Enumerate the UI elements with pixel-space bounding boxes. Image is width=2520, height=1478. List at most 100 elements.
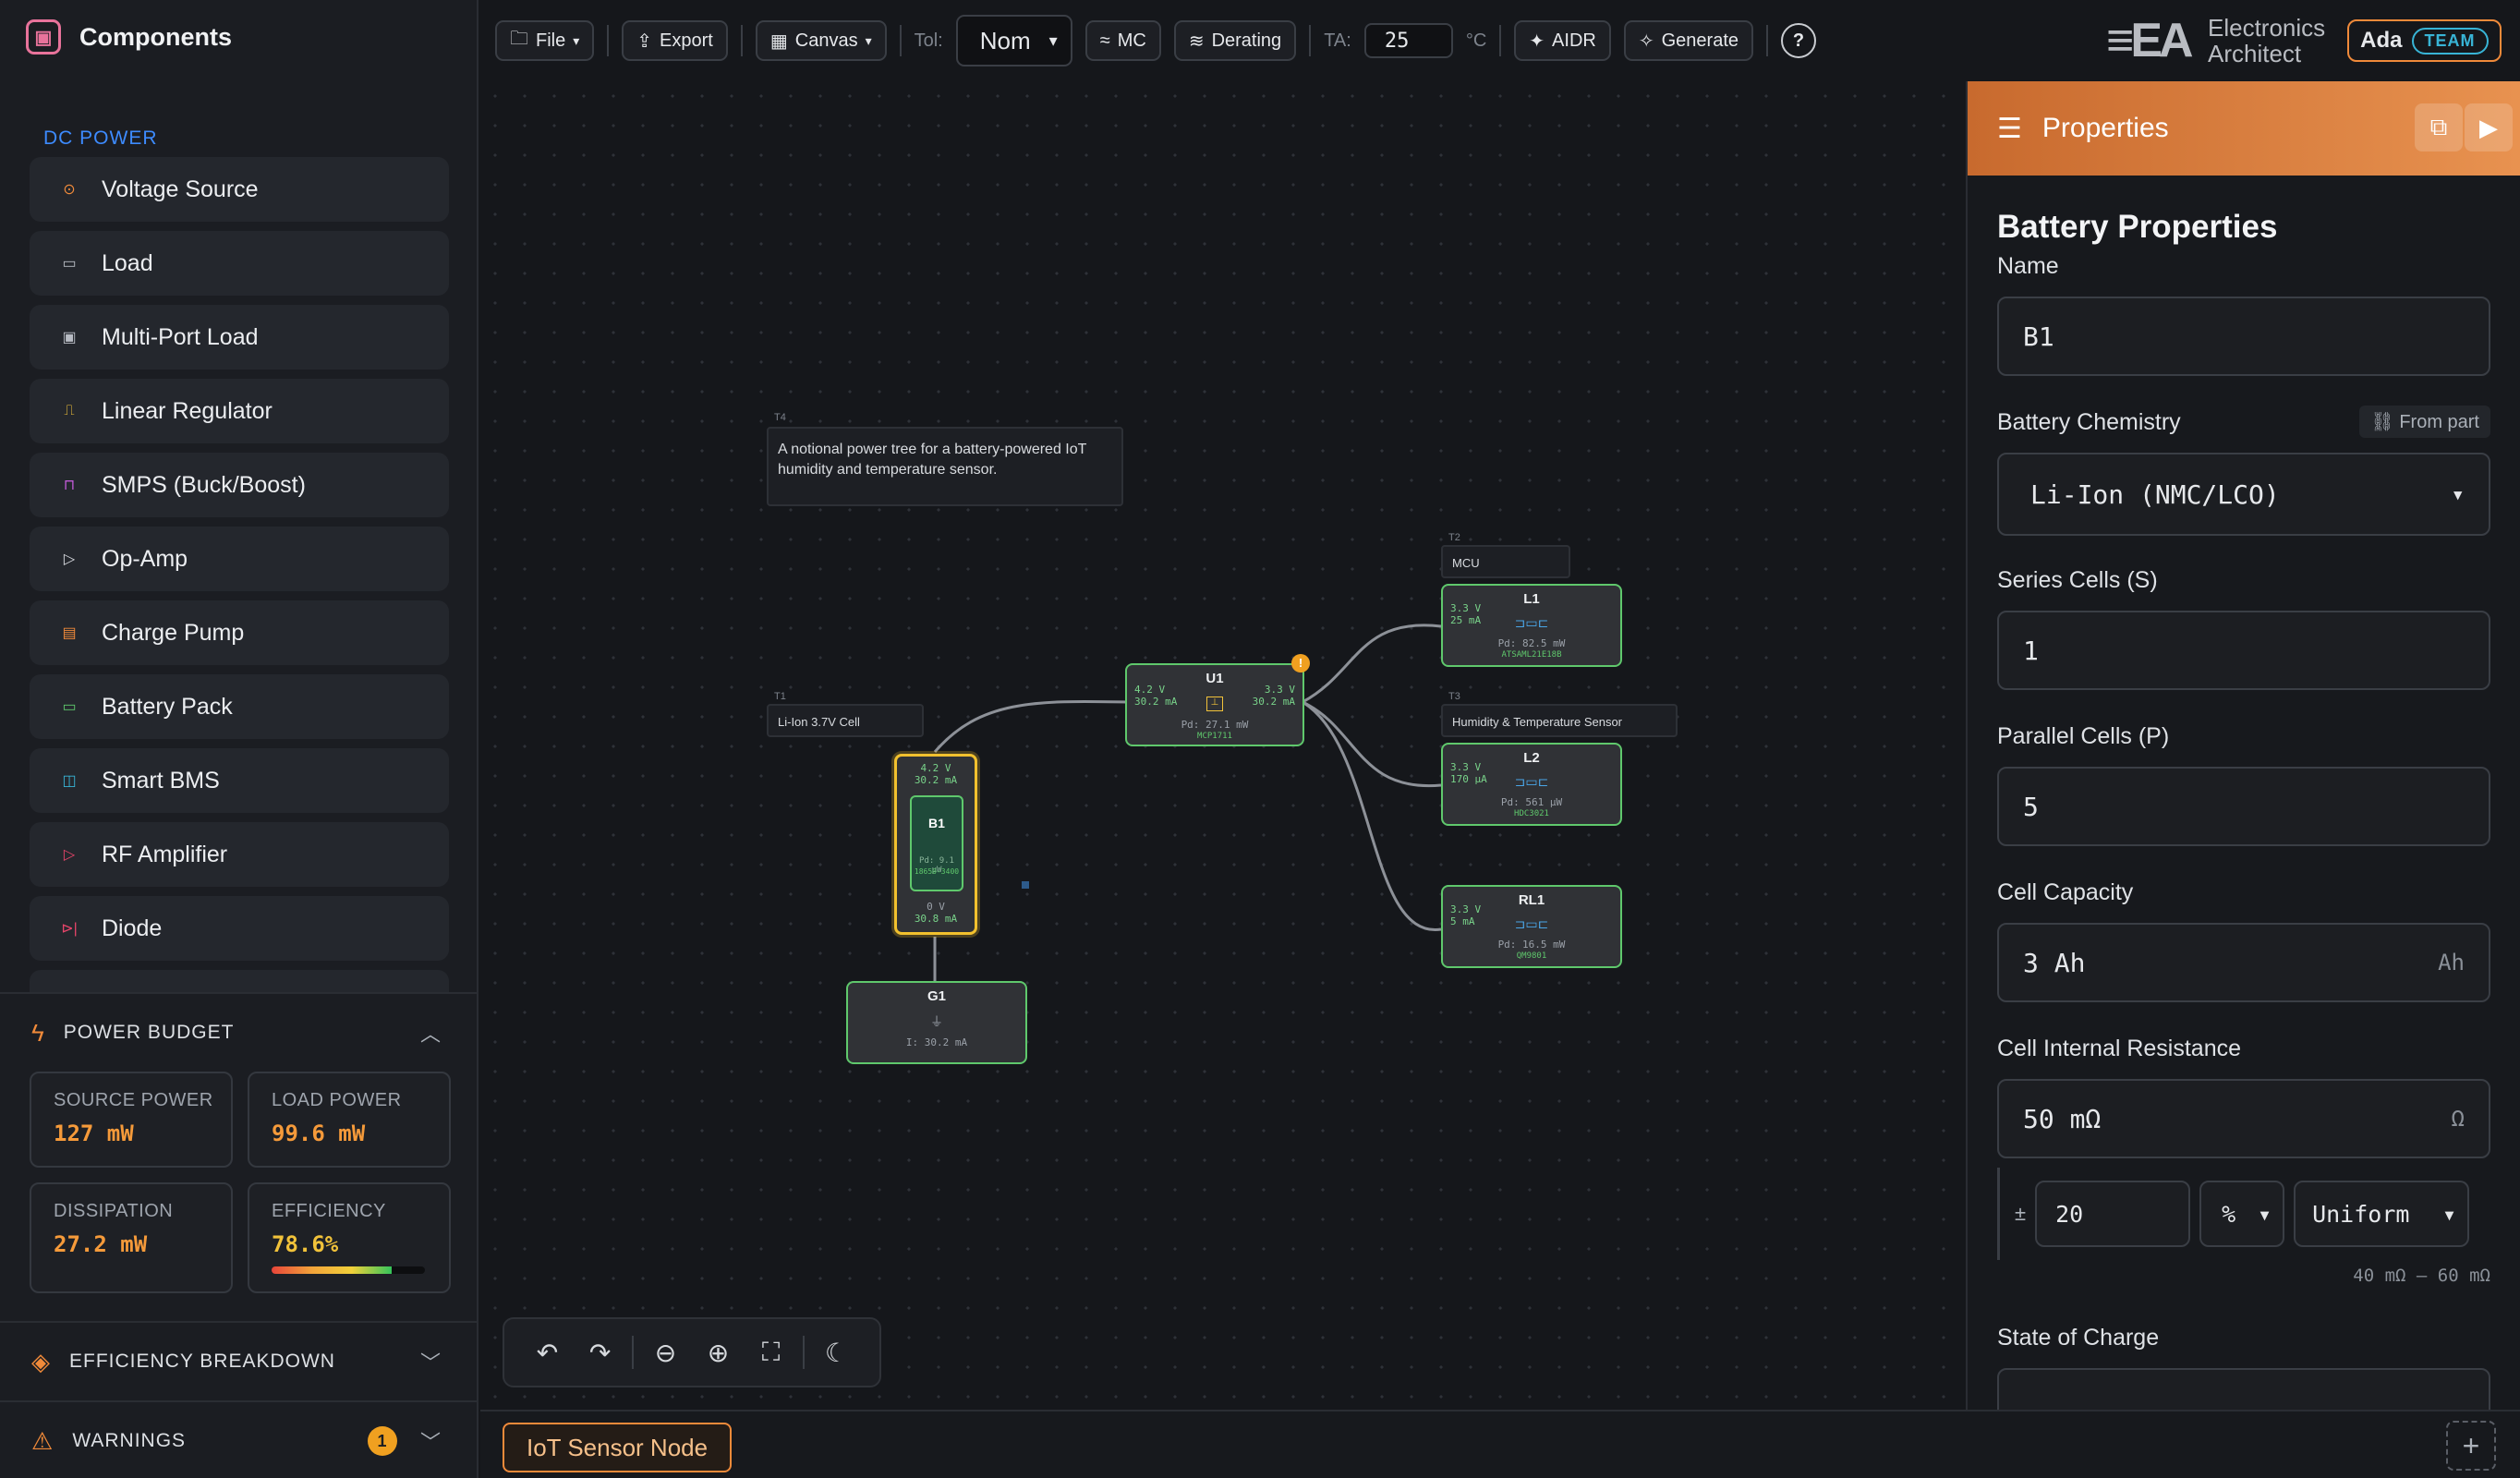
internal-resistance-input[interactable]: 50 mΩ Ω <box>1997 1079 2490 1158</box>
component-item[interactable]: ▣ Multi-Port Load <box>30 305 449 370</box>
wire-u1-rl1[interactable] <box>1302 700 1442 931</box>
parallel-cells-input[interactable]: 5 <box>1997 767 2490 846</box>
user-account-button[interactable]: Ada TEAM <box>2347 19 2502 62</box>
brand-name: Electronics Architect <box>2208 15 2325 67</box>
chevron-down-icon: ▾ <box>573 32 580 48</box>
chemistry-value: Li-Ion (NMC/LCO) <box>2030 479 2280 510</box>
run-play-icon[interactable]: ▶ <box>2465 103 2513 151</box>
internal-resistance-unit: Ω <box>2451 1106 2465 1132</box>
load-resistor-icon: ⊐▭⊏ <box>1514 774 1549 789</box>
component-item-label: Op-Amp <box>102 545 188 572</box>
tolerance-unit-select[interactable]: % ▾ <box>2199 1181 2285 1247</box>
distribution-select[interactable]: Uniform ▾ <box>2294 1181 2470 1247</box>
warnings-panel[interactable]: ⚠ WARNINGS 1 ﹀ <box>0 1400 479 1478</box>
ai-sparkle-icon: ✦ <box>1529 30 1545 52</box>
fit-view-icon[interactable]: ⛶ <box>745 1325 797 1380</box>
node-rl1-load[interactable]: RL1 3.3 V 5 mA ⊐▭⊏ Pd: 16.5 mW QM9801 <box>1441 885 1622 968</box>
help-icon[interactable]: ? <box>1781 23 1816 58</box>
generate-button[interactable]: ✧ Generate <box>1623 20 1753 61</box>
component-item[interactable]: ⊙ Voltage Source <box>30 157 449 222</box>
export-label: Export <box>660 30 713 51</box>
label-li-ion-cell[interactable]: Li-Ion 3.7V Cell <box>767 704 924 737</box>
tolerance-value: Nom <box>979 26 1031 55</box>
chemistry-label-text: Battery Chemistry <box>1997 409 2181 435</box>
l2-pd: Pd: 561 µW <box>1500 796 1563 808</box>
warnings-header[interactable]: ⚠ WARNINGS 1 ﹀ <box>0 1402 479 1478</box>
file-menu-button[interactable]: 🗀 File ▾ <box>495 20 595 61</box>
power-budget-header[interactable]: ϟ POWER BUDGET ︿ <box>0 994 479 1072</box>
node-l1-load[interactable]: L1 3.3 V 25 mA ⊐▭⊏ Pd: 82.5 mW ATSAML21E… <box>1441 584 1622 667</box>
tolerance-select[interactable]: Nom ▾ <box>955 15 1072 67</box>
junction-marker[interactable] <box>1022 881 1029 889</box>
file-menu-label: File <box>536 30 566 51</box>
chevron-down-icon[interactable]: ﹀ <box>420 1347 442 1376</box>
efficiency-breakdown-header[interactable]: ◈ EFFICIENCY BREAKDOWN ﹀ <box>0 1323 479 1400</box>
undo-icon[interactable]: ↶ <box>521 1325 574 1380</box>
chevron-up-icon[interactable]: ︿ <box>420 1018 442 1048</box>
component-item[interactable]: ⎍ Linear Regulator <box>30 379 449 443</box>
ambient-temp-input[interactable]: 25 <box>1363 23 1453 58</box>
efficiency-breakdown-panel[interactable]: ◈ EFFICIENCY BREAKDOWN ﹀ <box>0 1321 479 1400</box>
redo-icon[interactable]: ↷ <box>574 1325 626 1380</box>
wire-u1-l1[interactable] <box>1302 624 1442 704</box>
tolerance-row: ± 20 % ▾ Uniform ▾ <box>1997 1168 2490 1260</box>
brand-line-2: Architect <box>2208 40 2302 67</box>
wire-b1-u1[interactable] <box>933 699 1128 753</box>
add-sheet-icon[interactable]: + <box>2446 1421 2496 1471</box>
op-amp-icon: ▷ <box>63 551 76 567</box>
sidebar-title: Components <box>79 22 232 51</box>
aidr-button[interactable]: ✦ AIDR <box>1514 20 1611 61</box>
component-list[interactable]: ⊙ Voltage Source ▭ Load ▣ Multi-Port Load ⎍ Lin… <box>30 157 449 992</box>
label-humidity-sensor[interactable]: Humidity & Temperature Sensor <box>1441 704 1678 737</box>
wire-u1-l2[interactable] <box>1302 700 1442 788</box>
zoom-out-icon[interactable]: ⊖ <box>639 1325 692 1380</box>
export-button[interactable]: ⇪ Export <box>622 20 728 61</box>
b1-bottom-current: 30.8 mA <box>914 913 958 925</box>
schematic-canvas[interactable]: T4 A notional power tree for a battery-p… <box>480 81 1966 1410</box>
from-part-button[interactable]: ⛓ From part <box>2359 406 2490 438</box>
t1-tag: T1 <box>774 691 786 702</box>
from-part-label: From part <box>2399 412 2479 432</box>
node-g1-ground[interactable]: G1 ⏚ I: 30.2 mA <box>846 981 1027 1064</box>
component-item[interactable]: ⊓ SMPS (Buck/Boost) <box>30 453 449 517</box>
component-item[interactable]: ⊳| Diode <box>30 896 449 961</box>
u1-vout: 3.3 V <box>1264 684 1295 696</box>
zoom-in-icon[interactable]: ⊕ <box>692 1325 745 1380</box>
l2-current: 170 µA <box>1450 773 1487 785</box>
multi-port-load-icon: ▣ <box>62 330 77 345</box>
state-of-charge-input[interactable] <box>1997 1368 2490 1410</box>
node-l2-load[interactable]: L2 3.3 V 170 µA ⊐▭⊏ Pd: 561 µW HDC3021 <box>1441 743 1622 826</box>
cell-capacity-input[interactable]: 3 Ah Ah <box>1997 923 2490 1002</box>
load-resistor-icon: ⊐▭⊏ <box>1514 916 1549 931</box>
component-item[interactable]: ▭ Battery Pack <box>30 674 449 739</box>
component-item[interactable]: ◫ Smart BMS <box>30 748 449 813</box>
chevron-down-icon: ▾ <box>865 32 872 48</box>
canvas-note[interactable]: A notional power tree for a battery-powe… <box>767 427 1123 506</box>
component-item[interactable]: ▷ RF Amplifier <box>30 822 449 887</box>
series-cells-input[interactable]: 1 <box>1997 611 2490 690</box>
tolerance-input[interactable]: 20 <box>2035 1181 2191 1247</box>
brand-area: ≡EA Electronics Architect Ada TEAM <box>2106 0 2520 81</box>
efficiency-value: 78.6% <box>272 1231 339 1257</box>
canvas-menu-button[interactable]: ▦ Canvas ▾ <box>755 20 887 61</box>
tolerance-range: 40 mΩ – 60 mΩ <box>2353 1266 2490 1286</box>
theme-toggle-moon-icon[interactable]: ☾ <box>810 1325 863 1380</box>
chemistry-select[interactable]: Li-Ion (NMC/LCO) ▾ <box>1997 453 2490 536</box>
label-mcu[interactable]: MCU <box>1441 545 1570 578</box>
component-item[interactable]: ▷ Op-Amp <box>30 527 449 591</box>
component-item[interactable]: ▭ Load <box>30 231 449 296</box>
name-input[interactable]: B1 <box>1997 297 2490 376</box>
component-item[interactable]: ▤ Charge Pump <box>30 600 449 665</box>
efficiency-bar-fill <box>272 1266 393 1274</box>
node-u1-regulator[interactable]: U1 4.2 V 30.2 mA 3.3 V 30.2 mA ⊥ Pd: 27.… <box>1125 654 1310 746</box>
monte-carlo-button[interactable]: ≈ MC <box>1084 20 1161 61</box>
node-b1-battery[interactable]: 4.2 V 30.2 mA B1 Pd: 9.1 µW 18650-3400 0… <box>894 754 977 935</box>
chevron-down-icon[interactable]: ﹀ <box>420 1426 442 1456</box>
pop-out-icon[interactable]: ⧉ <box>2415 103 2463 151</box>
section-label-dc-power: DC POWER <box>43 127 158 149</box>
component-item[interactable] <box>30 970 449 992</box>
sheet-tab-iot-sensor-node[interactable]: IoT Sensor Node <box>503 1423 733 1472</box>
u1-warning-badge[interactable]: ! <box>1291 654 1310 672</box>
derating-button[interactable]: ≋ Derating <box>1173 20 1297 61</box>
component-item-label: Diode <box>102 915 163 941</box>
